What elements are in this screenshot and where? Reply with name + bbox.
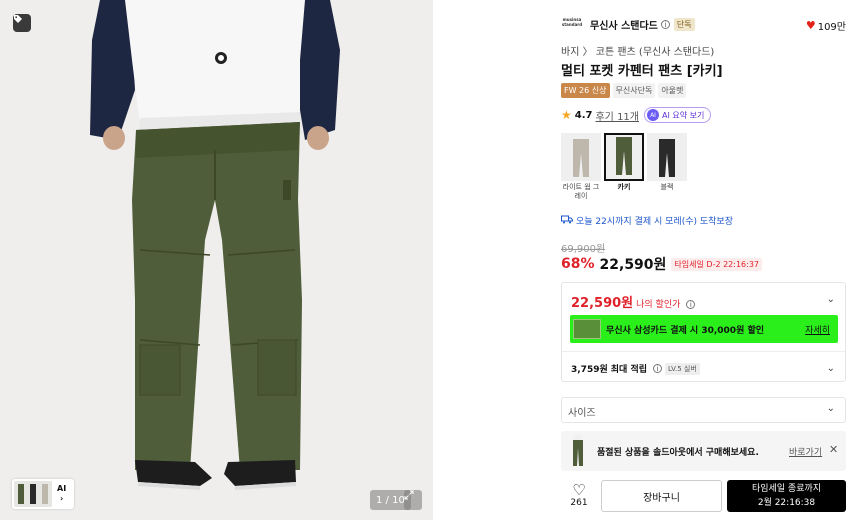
heart-outline-icon: ♡ <box>572 481 586 499</box>
benefit-box: 22,590원 나의 할인가 i ⌄ 무신사 삼성카드 결제 시 30,000원… <box>561 282 846 382</box>
ai-label: AI <box>57 484 67 493</box>
points-amount: 3,759원 <box>571 365 608 375</box>
product-badges: FW 26 신상 무신사단독 아울렛 <box>561 83 687 98</box>
ai-thumbnail-strip[interactable]: AI › <box>12 479 74 509</box>
wish-count: 261 <box>570 498 588 508</box>
card-promo-banner[interactable]: 무신사 삼성카드 결제 시 30,000원 할인 자세히 <box>570 315 838 343</box>
chevron-down-icon[interactable]: ⌄ <box>827 363 835 374</box>
price-row: 68% 22,590원 타임세일 D-2 22:16:37 <box>561 254 763 274</box>
like-count: 109만 <box>817 22 846 33</box>
soldout-link[interactable]: 바로가기 <box>789 445 822 458</box>
info-icon[interactable]: i <box>686 300 696 309</box>
truck-icon <box>561 215 573 227</box>
soldout-banner: 품절된 상품을 솔드아웃에서 구매해보세요. 바로가기 ✕ <box>561 431 846 471</box>
my-price-row[interactable]: 22,590원 나의 할인가 i <box>571 292 696 311</box>
product-hotspot[interactable] <box>215 52 227 64</box>
my-price-label: 나의 할인가 <box>636 300 681 310</box>
size-select[interactable]: 사이즈 ⌄ <box>561 397 846 423</box>
breadcrumb[interactable]: 바지 〉 코튼 팬츠 (무신사 스탠다드) <box>561 43 714 58</box>
brand-name[interactable]: 무신사 스탠다드 <box>590 17 658 32</box>
add-to-cart-button[interactable]: 장바구니 <box>601 480 722 512</box>
delivery-info: 오늘 22시까지 결제 시 모레(수) 도착보장 <box>561 214 733 227</box>
my-price-value: 22,590원 <box>571 296 634 311</box>
thumbnail-image <box>14 481 52 507</box>
like-button[interactable]: ♥ 109만 <box>806 18 846 33</box>
brand-row: musinsa standard 무신사 스탠다드 i 단독 <box>561 14 846 34</box>
ai-icon: AI <box>647 109 659 121</box>
chevron-right-icon: › <box>59 494 64 503</box>
sale-price: 22,590원 <box>599 257 667 273</box>
soldout-message: 품절된 상품을 솔드아웃에서 구매해보세요. <box>597 448 759 458</box>
member-level-badge: LV.5 실버 <box>665 362 700 375</box>
exclusive-badge: 단독 <box>673 17 695 31</box>
product-photo[interactable]: AI › 1 / 10 <box>0 0 433 520</box>
points-row[interactable]: 3,759원 최대 적립 i LV.5 실버 <box>571 362 700 375</box>
promo-more-link[interactable]: 자세히 <box>805 323 830 336</box>
rating-value: 4.7 <box>574 109 593 121</box>
rating-row: ★ 4.7 후기 11개 AI AI 요약 보기 <box>561 107 712 123</box>
credit-card-image <box>573 319 601 339</box>
delivery-text: 오늘 22시까지 결제 시 모레(수) 도착보장 <box>576 217 733 227</box>
original-price: 69,900원 <box>561 244 606 255</box>
product-info-panel: musinsa standard 무신사 스탠다드 i 단독 ♥ 109만 바지… <box>561 0 850 520</box>
heart-icon: ♥ <box>805 19 816 32</box>
chevron-down-icon: ⌄ <box>826 403 835 414</box>
review-link[interactable]: 후기 11개 <box>595 108 639 123</box>
info-icon[interactable]: i <box>653 364 663 373</box>
promo-text: 무신사 삼성카드 결제 시 30,000원 할인 <box>606 325 765 336</box>
color-options: 라이트 웜 그레이 카키 블랙 <box>561 133 687 201</box>
color-option-black[interactable]: 블랙 <box>647 133 687 201</box>
color-swatch-image <box>604 133 644 181</box>
star-icon: ★ <box>561 108 572 122</box>
chevron-down-icon[interactable]: ⌄ <box>827 294 835 305</box>
color-swatch-image <box>561 133 601 181</box>
points-label: 최대 적립 <box>610 365 648 375</box>
buy-label: 타임세일 종료까지 <box>751 484 822 494</box>
expand-icon[interactable] <box>404 490 422 510</box>
color-option-khaki[interactable]: 카키 <box>604 133 644 201</box>
color-swatch-image <box>647 133 687 181</box>
color-label: 라이트 웜 그레이 <box>562 183 600 200</box>
ai-summary-button[interactable]: AI AI 요약 보기 <box>644 107 712 123</box>
brand-logo[interactable]: musinsa standard <box>561 17 583 31</box>
divider <box>562 351 845 352</box>
timesale-badge: 타임세일 D-2 22:16:37 <box>671 257 763 271</box>
discount-rate: 68% <box>561 256 595 272</box>
buy-countdown: 2월 22:16:38 <box>757 498 816 508</box>
ai-summary-label: AI 요약 보기 <box>662 110 705 120</box>
buy-button[interactable]: 타임세일 종료까지 2월 22:16:38 <box>727 480 846 512</box>
info-icon[interactable]: i <box>660 19 670 29</box>
model-illustration <box>0 0 433 520</box>
badge-outlet: 아울렛 <box>658 83 687 98</box>
color-label: 카키 <box>617 183 631 191</box>
badge-new-season: FW 26 신상 <box>561 83 610 98</box>
color-option-light-warm-gray[interactable]: 라이트 웜 그레이 <box>561 133 601 201</box>
product-mini-image <box>573 434 583 466</box>
tag-icon[interactable] <box>13 14 31 32</box>
color-label: 블랙 <box>660 183 674 191</box>
wishlist-button[interactable]: ♡ 261 <box>567 482 591 508</box>
badge-exclusive: 무신사단독 <box>612 83 656 98</box>
size-placeholder: 사이즈 <box>568 408 596 419</box>
product-title: 멀티 포켓 카펜터 팬츠 [카키] <box>561 64 723 79</box>
close-icon[interactable]: ✕ <box>829 443 838 456</box>
